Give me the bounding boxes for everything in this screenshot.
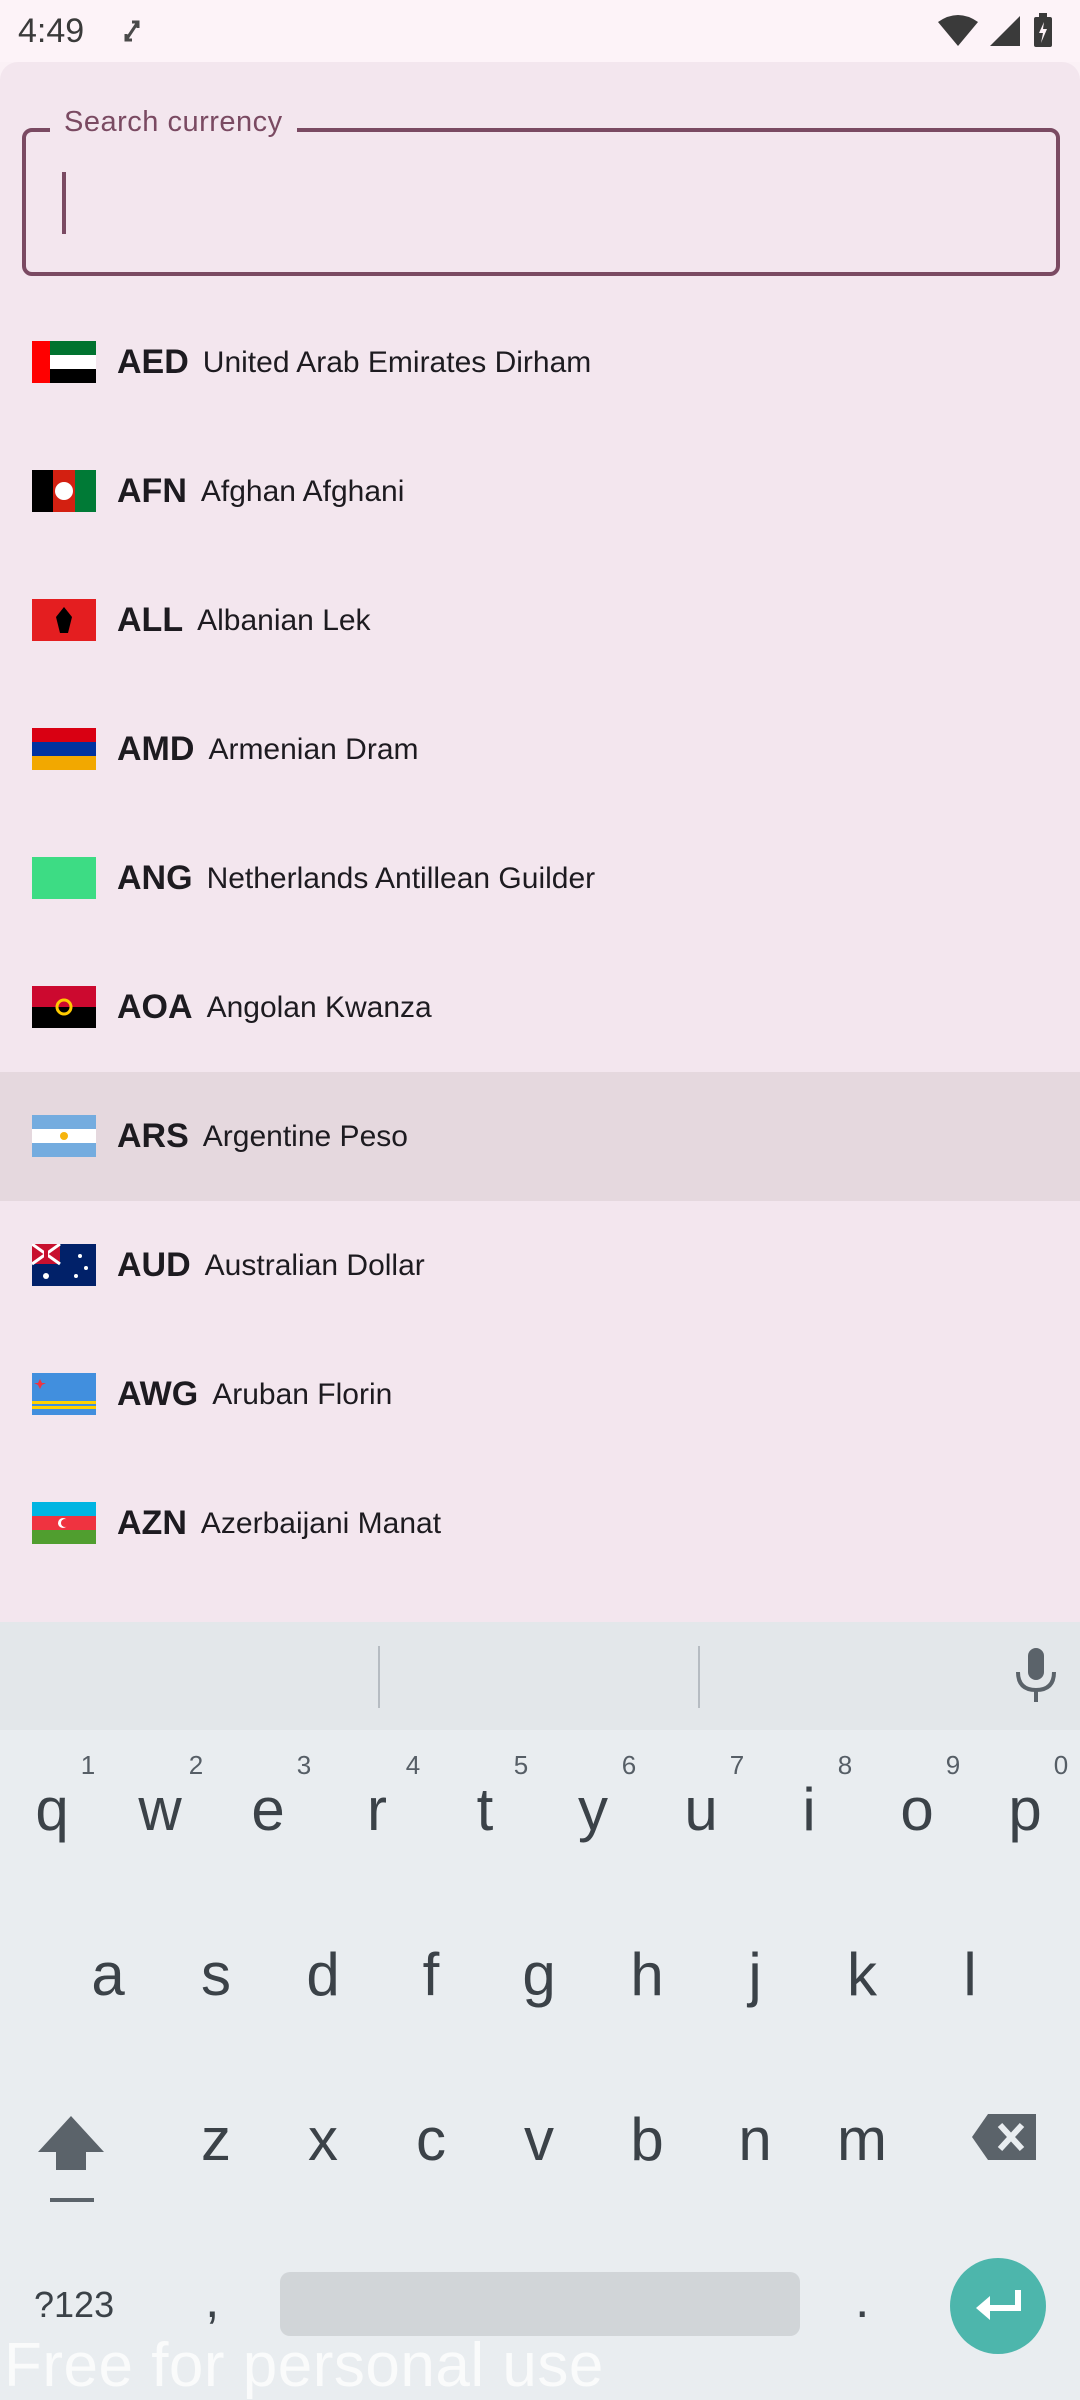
key-r[interactable]: r: [327, 1775, 427, 1844]
currency-name: Afghan Afghani: [200, 474, 405, 508]
currency-code: ARS: [117, 1117, 189, 1155]
flag-ae-icon: [32, 341, 96, 383]
key-u[interactable]: u: [651, 1775, 751, 1844]
currency-name: United Arab Emirates Dirham: [202, 345, 592, 379]
key-hint: 2: [188, 1750, 204, 1780]
currency-code: ANG: [117, 859, 193, 897]
key-s[interactable]: s: [166, 1940, 266, 2009]
key-hint: 0: [1053, 1750, 1069, 1780]
currency-name: Angolan Kwanza: [206, 990, 432, 1024]
flag-ar-icon: [32, 1115, 96, 1157]
currency-name: Australian Dollar: [204, 1248, 425, 1282]
search-label: Search currency: [50, 106, 297, 139]
flag-az-icon: [32, 1502, 96, 1544]
status-time: 4:49: [18, 12, 85, 50]
sync-icon: [124, 20, 140, 42]
key-b[interactable]: b: [597, 2105, 697, 2174]
shift-key[interactable]: [36, 2108, 106, 2218]
currency-row-aed[interactable]: AED United Arab Emirates Dirham: [0, 298, 1080, 427]
key-d[interactable]: d: [273, 1940, 373, 2009]
key-v[interactable]: v: [489, 2105, 589, 2174]
currency-code: AWG: [117, 1375, 199, 1413]
search-field[interactable]: [22, 128, 1060, 276]
signal-icon: [990, 16, 1020, 46]
currency-row-azn[interactable]: AZN Azerbaijani Manat: [0, 1459, 1080, 1588]
enter-arrow-icon: [976, 2290, 1021, 2320]
key-p[interactable]: p: [975, 1775, 1075, 1844]
key-n[interactable]: n: [705, 2105, 805, 2174]
key-hint: 4: [405, 1750, 421, 1780]
key-e[interactable]: e: [218, 1775, 318, 1844]
symbols-key[interactable]: ?123: [34, 2284, 114, 2326]
currency-code: AED: [117, 343, 189, 381]
flag-aw-icon: [32, 1373, 96, 1415]
key-z[interactable]: z: [166, 2105, 266, 2174]
key-hint: 9: [945, 1750, 961, 1780]
key-m[interactable]: m: [812, 2105, 912, 2174]
key-j[interactable]: j: [705, 1940, 805, 2009]
flag-am-icon: [32, 728, 96, 770]
key-t[interactable]: t: [435, 1775, 535, 1844]
currency-name: Aruban Florin: [212, 1377, 393, 1411]
suggestion-divider: [698, 1646, 700, 1708]
watermark-text: Free for personal use: [4, 2331, 604, 2400]
key-c[interactable]: c: [381, 2105, 481, 2174]
flag-al-icon: [32, 599, 96, 641]
flag-ao-icon: [32, 986, 96, 1028]
currency-code: AFN: [117, 472, 187, 510]
key-hint: 6: [621, 1750, 637, 1780]
key-y[interactable]: y: [543, 1775, 643, 1844]
battery-icon: [1034, 13, 1052, 47]
currency-row-ars[interactable]: ARS Argentine Peso: [0, 1072, 1080, 1201]
key-k[interactable]: k: [812, 1940, 912, 2009]
currency-name: Argentine Peso: [202, 1119, 408, 1153]
enter-key[interactable]: [950, 2258, 1046, 2354]
microphone-icon[interactable]: [1006, 1644, 1066, 1708]
currency-code: AMD: [117, 730, 195, 768]
flag-af-icon: [32, 470, 96, 512]
key-hint: 3: [296, 1750, 312, 1780]
suggestion-divider: [378, 1646, 380, 1708]
key-o[interactable]: o: [867, 1775, 967, 1844]
currency-row-awg[interactable]: AWG Aruban Florin: [0, 1330, 1080, 1459]
key-w[interactable]: w: [110, 1775, 210, 1844]
currency-row-amd[interactable]: AMD Armenian Dram: [0, 685, 1080, 814]
comma-key[interactable]: ,: [205, 2270, 219, 2330]
currency-name: Armenian Dram: [208, 732, 419, 766]
text-cursor: [62, 172, 66, 234]
key-hint: 5: [513, 1750, 529, 1780]
search-input[interactable]: [66, 160, 1026, 244]
currency-code: AOA: [117, 988, 193, 1026]
currency-row-ang[interactable]: ANG Netherlands Antillean Guilder: [0, 814, 1080, 943]
backspace-key[interactable]: [970, 2112, 1040, 2162]
space-key[interactable]: [280, 2272, 800, 2336]
key-hint: 8: [837, 1750, 853, 1780]
key-a[interactable]: a: [58, 1940, 158, 2009]
currency-code: ALL: [117, 601, 184, 639]
currency-code: AZN: [117, 1504, 187, 1542]
wifi-icon: [938, 15, 978, 46]
key-hint: 7: [729, 1750, 745, 1780]
key-i[interactable]: i: [759, 1775, 859, 1844]
flag-an-icon: [32, 857, 96, 899]
key-hint: 1: [80, 1750, 96, 1780]
key-q[interactable]: q: [2, 1775, 102, 1844]
currency-code: AUD: [117, 1246, 191, 1284]
key-f[interactable]: f: [381, 1940, 481, 2009]
period-key[interactable]: .: [855, 2270, 869, 2330]
suggestion-bar: [0, 1622, 1080, 1730]
currency-row-afn[interactable]: AFN Afghan Afghani: [0, 427, 1080, 556]
currency-name: Albanian Lek: [197, 603, 371, 637]
currency-name: Netherlands Antillean Guilder: [206, 861, 596, 895]
key-g[interactable]: g: [489, 1940, 589, 2009]
currency-row-aoa[interactable]: AOA Angolan Kwanza: [0, 943, 1080, 1072]
currency-row-all[interactable]: ALL Albanian Lek: [0, 556, 1080, 685]
key-l[interactable]: l: [920, 1940, 1020, 2009]
currency-row-aud[interactable]: AUD Australian Dollar: [0, 1201, 1080, 1330]
currency-name: Azerbaijani Manat: [200, 1506, 442, 1540]
status-bar: 4:49: [0, 0, 1080, 62]
flag-au-icon: [32, 1244, 96, 1286]
key-h[interactable]: h: [597, 1940, 697, 2009]
key-x[interactable]: x: [273, 2105, 373, 2174]
